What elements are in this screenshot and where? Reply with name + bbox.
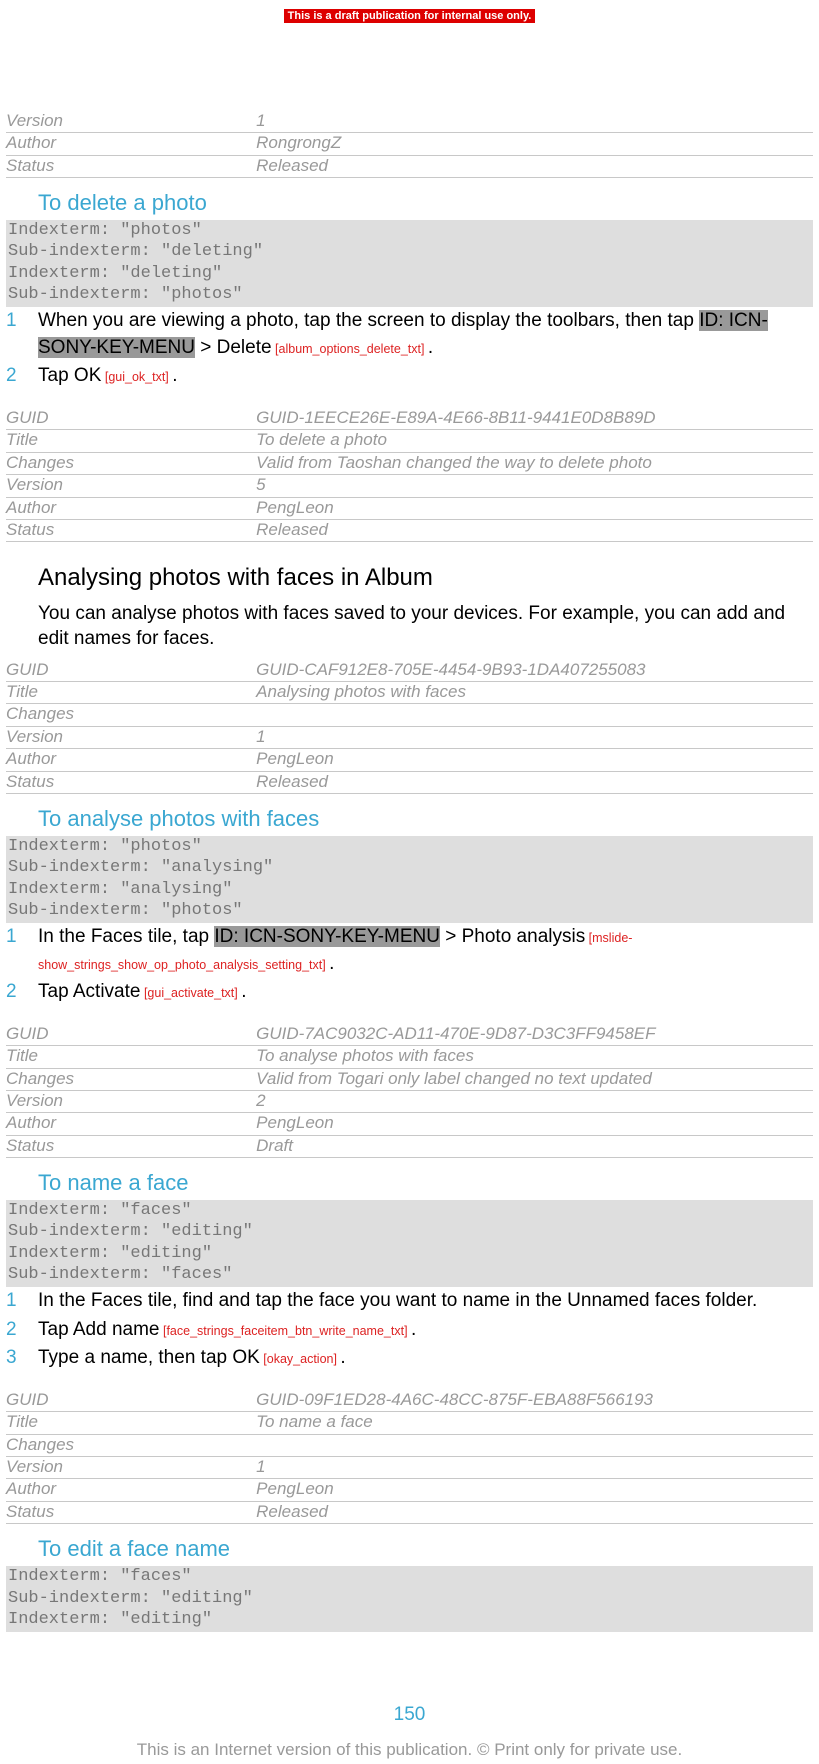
- step-text: Tap Activate [gui_activate_txt] .: [38, 979, 813, 1006]
- ref-label: [album_options_delete_txt]: [272, 342, 428, 356]
- meta-key: Status: [6, 155, 256, 177]
- ref-label: [gui_ok_txt]: [101, 370, 172, 384]
- step-text: Tap OK [gui_ok_txt] .: [38, 363, 813, 390]
- indexterm-block: Indexterm: "photos" Sub-indexterm: "anal…: [6, 836, 813, 923]
- step-text: Tap Add name [face_strings_faceitem_btn_…: [38, 1317, 813, 1344]
- step-text: In the Faces tile, tap ID: ICN-SONY-KEY-…: [38, 924, 813, 977]
- step-number: 1: [6, 308, 38, 361]
- heading-edit-face-name: To edit a face name: [38, 1536, 813, 1562]
- meta-table-3: GUIDGUID-7AC9032C-AD11-470E-9D87-D3C3FF9…: [6, 1024, 813, 1158]
- meta-key: Version: [6, 111, 256, 133]
- ref-label: [gui_activate_txt]: [140, 986, 241, 1000]
- heading-analysing: Analysing photos with faces in Album: [38, 564, 813, 592]
- indexterm-block: Indexterm: "photos" Sub-indexterm: "dele…: [6, 220, 813, 307]
- meta-table-0: Version1 AuthorRongrongZ StatusReleased: [6, 111, 813, 178]
- step-number: 2: [6, 979, 38, 1006]
- heading-delete-photo: To delete a photo: [38, 190, 813, 216]
- step-number: 3: [6, 1345, 38, 1372]
- meta-val: Released: [256, 155, 813, 177]
- step-text: When you are viewing a photo, tap the sc…: [38, 308, 813, 361]
- meta-table-1: GUIDGUID-1EECE26E-E89A-4E66-8B11-9441E0D…: [6, 408, 813, 542]
- heading-name-face: To name a face: [38, 1170, 813, 1196]
- meta-key: Author: [6, 133, 256, 155]
- step-text: In the Faces tile, find and tap the face…: [38, 1288, 813, 1315]
- ref-label: [okay_action]: [260, 1352, 341, 1366]
- page-number: 150: [6, 1704, 813, 1726]
- indexterm-block: Indexterm: "faces" Sub-indexterm: "editi…: [6, 1200, 813, 1287]
- ref-label: [face_strings_faceitem_btn_write_name_tx…: [160, 1324, 412, 1338]
- indexterm-block: Indexterm: "faces" Sub-indexterm: "editi…: [6, 1566, 813, 1632]
- step-number: 2: [6, 363, 38, 390]
- heading-analyse-faces: To analyse photos with faces: [38, 806, 813, 832]
- icon-id-placeholder: ID: ICN-SONY-KEY-MENU: [214, 926, 440, 947]
- step-number: 1: [6, 1288, 38, 1315]
- footer-text: This is an Internet version of this publ…: [6, 1740, 813, 1764]
- draft-banner: This is a draft publication for internal…: [284, 9, 536, 23]
- meta-val: 1: [256, 111, 813, 133]
- body-paragraph: You can analyse photos with faces saved …: [38, 602, 813, 651]
- meta-table-2: GUIDGUID-CAF912E8-705E-4454-9B93-1DA4072…: [6, 660, 813, 794]
- meta-val: RongrongZ: [256, 133, 813, 155]
- meta-table-4: GUIDGUID-09F1ED28-4A6C-48CC-875F-EBA88F5…: [6, 1390, 813, 1524]
- step-number: 1: [6, 924, 38, 977]
- step-text: Type a name, then tap OK [okay_action] .: [38, 1345, 813, 1372]
- step-number: 2: [6, 1317, 38, 1344]
